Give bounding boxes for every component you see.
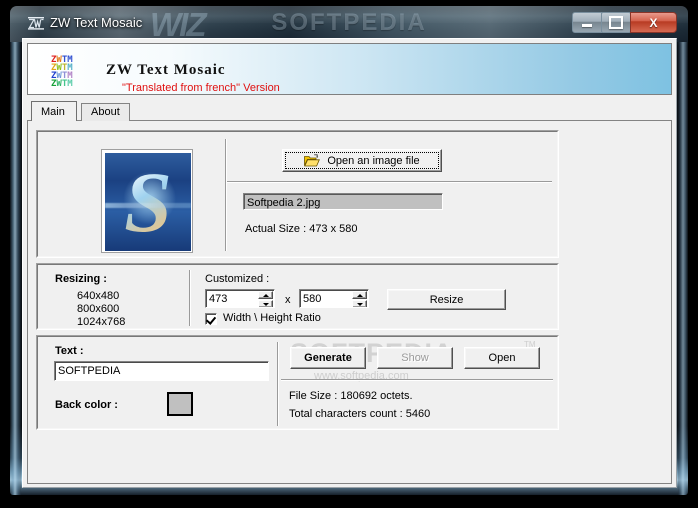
- resizing-title: Resizing :: [55, 273, 107, 285]
- application-window: WIZ SOFTPEDIA ZW Text Mosaic X ZWTM ZWTM…: [10, 6, 688, 495]
- char-count-label: Total characters count : 5460: [289, 408, 431, 420]
- ratio-checkbox[interactable]: [205, 313, 217, 325]
- open-button[interactable]: Open: [464, 347, 540, 369]
- resize-button[interactable]: Resize: [387, 289, 506, 310]
- close-icon: X: [649, 15, 658, 30]
- customized-label: Customized :: [205, 273, 270, 285]
- header-banner: ZWTM ZWTM ZWTM ZWTM ZW Text Mosaic "Tran…: [27, 43, 672, 95]
- image-preview[interactable]: S: [101, 149, 193, 253]
- text-panel-divider: [277, 342, 279, 426]
- open-image-file-button[interactable]: Open an image file: [282, 149, 442, 172]
- text-input-value: SOFTPEDIA: [58, 365, 121, 377]
- width-stepper-up[interactable]: [258, 291, 273, 299]
- image-preview-bitmap: S: [105, 153, 191, 251]
- width-stepper-down[interactable]: [258, 300, 273, 307]
- close-button[interactable]: X: [630, 12, 677, 33]
- tab-main-label: Main: [41, 106, 65, 118]
- height-stepper-up[interactable]: [352, 291, 367, 299]
- header-subtitle: "Translated from french" Version: [122, 82, 280, 94]
- maximize-button[interactable]: [601, 12, 631, 33]
- window-frame-right-edge: [678, 42, 688, 495]
- tab-page-main: S Open an image file Softpedia 2.jpg Act…: [27, 120, 672, 484]
- preset-640x480[interactable]: 640x480: [77, 290, 119, 302]
- preset-800x600[interactable]: 800x600: [77, 303, 119, 315]
- back-color-swatch[interactable]: [167, 392, 193, 416]
- width-value: 473: [209, 293, 228, 305]
- file-name-field: Softpedia 2.jpg: [243, 193, 443, 210]
- height-value: 580: [303, 293, 322, 305]
- dimension-separator: x: [285, 294, 291, 306]
- show-label: Show: [401, 352, 429, 364]
- show-button[interactable]: Show: [377, 347, 453, 369]
- image-panel-hsep: [227, 181, 552, 183]
- image-panel-divider: [225, 139, 227, 251]
- width-input[interactable]: 473: [205, 289, 275, 308]
- open-folder-icon: [304, 154, 321, 167]
- zw-monogram-icon: [28, 17, 44, 30]
- tab-main[interactable]: Main: [31, 101, 77, 121]
- minimize-icon: [573, 13, 601, 32]
- generate-label: Generate: [304, 352, 352, 364]
- preview-letter: S: [105, 153, 191, 251]
- tab-about[interactable]: About: [81, 103, 130, 121]
- open-label: Open: [488, 352, 516, 364]
- screen: WIZ SOFTPEDIA ZW Text Mosaic X ZWTM ZWTM…: [0, 0, 698, 508]
- checkmark-icon: [205, 314, 217, 325]
- height-input[interactable]: 580: [299, 289, 369, 308]
- ratio-label: Width \ Height Ratio: [223, 312, 321, 324]
- preset-1024x768[interactable]: 1024x768: [77, 316, 125, 328]
- image-panel: S Open an image file Softpedia 2.jpg Act…: [36, 130, 559, 258]
- file-size-label: File Size : 180692 octets.: [289, 390, 413, 402]
- text-input[interactable]: SOFTPEDIA: [54, 361, 269, 381]
- width-stepper[interactable]: [258, 291, 273, 307]
- height-stepper[interactable]: [352, 291, 367, 307]
- preview-streak: [105, 203, 191, 208]
- actions-hsep: [281, 379, 553, 381]
- title-bar[interactable]: WIZ SOFTPEDIA ZW Text Mosaic X: [10, 6, 688, 43]
- resizing-panel-divider: [189, 270, 191, 326]
- maximize-icon: [602, 13, 630, 32]
- back-color-label: Back color :: [55, 399, 118, 411]
- zwtm-logo: ZWTM ZWTM ZWTM ZWTM: [51, 56, 73, 89]
- open-image-file-label: Open an image file: [327, 154, 420, 167]
- header-title: ZW Text Mosaic: [106, 62, 226, 78]
- text-panel: Text : SOFTPEDIA Back color : SOFTPEDIA …: [36, 335, 559, 430]
- generate-button[interactable]: Generate: [290, 347, 366, 369]
- client-area: ZWTM ZWTM ZWTM ZWTM ZW Text Mosaic "Tran…: [22, 38, 677, 488]
- file-name-value: Softpedia 2.jpg: [247, 197, 321, 209]
- window-controls: X: [572, 12, 677, 33]
- window-frame-left-edge: [10, 42, 21, 495]
- resize-label: Resize: [429, 293, 464, 306]
- actual-size-label: Actual Size : 473 x 580: [245, 223, 358, 235]
- resizing-panel: Resizing : 640x480 800x600 1024x768 Cust…: [36, 263, 559, 330]
- logo-row-4: ZWTM: [51, 79, 73, 89]
- tab-about-label: About: [91, 106, 120, 118]
- text-label: Text :: [55, 345, 84, 357]
- minimize-button[interactable]: [572, 12, 602, 33]
- tab-strip: Main About: [27, 101, 672, 121]
- height-stepper-down[interactable]: [352, 300, 367, 307]
- window-title: ZW Text Mosaic: [50, 15, 143, 30]
